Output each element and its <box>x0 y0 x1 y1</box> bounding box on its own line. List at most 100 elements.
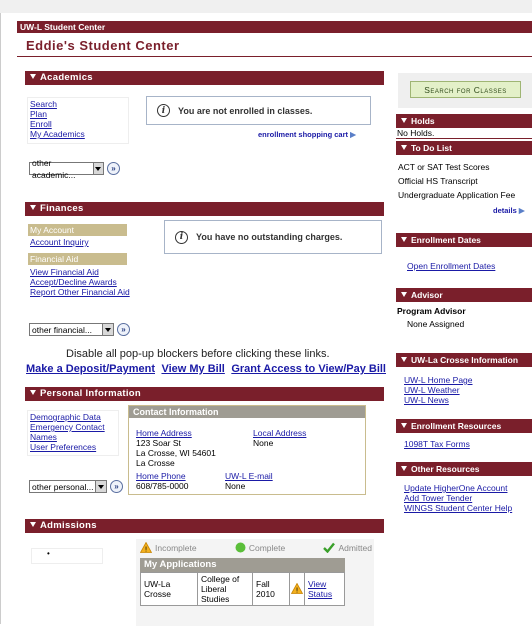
title-divider <box>17 56 532 57</box>
home-address: Home Address 123 Soar St La Crosse, WI 5… <box>136 428 216 468</box>
home-phone: Home Phone 608/785-0000 <box>136 471 188 491</box>
academics-link-my-academics[interactable]: My Academics <box>30 129 85 139</box>
wings-help-link[interactable]: WINGS Student Center Help <box>404 503 512 513</box>
personal-info-header[interactable]: Personal Information <box>25 387 384 401</box>
arrow-right-icon: ▶ <box>350 130 356 139</box>
todo-details-link[interactable]: details ▶ <box>493 206 525 215</box>
contact-info-header: Contact Information <box>129 406 365 418</box>
app-campus: UW-La Crosse <box>140 572 198 606</box>
advisor-value: None Assigned <box>407 319 465 329</box>
home-address-link[interactable]: Home Address <box>136 428 192 438</box>
academics-link-plan[interactable]: Plan <box>30 109 47 119</box>
report-other-aid-link[interactable]: Report Other Financial Aid <box>30 287 130 297</box>
academics-link-search[interactable]: Search <box>30 99 57 109</box>
collapse-triangle-icon <box>401 118 407 123</box>
finances-header[interactable]: Finances <box>25 202 384 216</box>
academics-select[interactable]: other academic... <box>29 158 104 180</box>
view-bill-link[interactable]: View My Bill <box>161 363 224 375</box>
other-resources-links: Update HigherOne Account Add Tower Tende… <box>404 483 512 513</box>
academics-go-button[interactable]: » <box>107 162 120 175</box>
personal-select[interactable]: other personal... <box>29 480 107 493</box>
email-link[interactable]: UW-L E-mail <box>225 471 273 481</box>
enrollment-cart-link[interactable]: enrollment shopping cart ▶ <box>258 130 356 139</box>
holds-header[interactable]: Holds <box>396 114 532 128</box>
make-payment-link[interactable]: Make a Deposit/Payment <box>26 363 155 375</box>
arrow-right-icon: ▶ <box>518 206 525 215</box>
warning-icon: ! <box>290 582 304 594</box>
status-legend: ! Incomplete Complete Admitted <box>140 542 372 553</box>
collapse-triangle-icon <box>30 74 36 79</box>
academics-nav: Search Plan Enroll My Academics <box>27 97 129 144</box>
todo-header[interactable]: To Do List <box>396 141 532 155</box>
academics-header[interactable]: Academics <box>25 71 384 85</box>
collapse-triangle-icon <box>401 292 407 297</box>
app-college: College of Liberal Studies <box>197 572 253 606</box>
page-title: Eddie's Student Center <box>26 38 180 53</box>
uwl-info-links: UW-L Home Page UW-L Weather UW-L News <box>404 375 473 405</box>
todo-list: ACT or SAT Test Scores Official HS Trans… <box>398 160 515 202</box>
advisor-header[interactable]: Advisor <box>396 288 532 302</box>
finances-select[interactable]: other financial... <box>29 323 114 336</box>
open-enrollment-dates-link[interactable]: Open Enrollment Dates <box>407 261 495 272</box>
green-circle-icon <box>235 542 246 553</box>
names-link[interactable]: Names <box>30 432 57 442</box>
app-status-cell: View Status <box>304 572 345 606</box>
email-value: None <box>225 481 246 491</box>
view-financial-aid-link[interactable]: View Financial Aid <box>30 267 99 277</box>
personal-select-wrap: other personal... <box>29 480 107 493</box>
payment-links: Make a Deposit/Payment View My Bill Gran… <box>26 363 386 375</box>
admissions-header[interactable]: Admissions <box>25 519 384 533</box>
finances-info-box: i You have no outstanding charges. <box>164 220 382 254</box>
nav-dot: • <box>47 549 50 558</box>
enrollment-dates-header[interactable]: Enrollment Dates <box>396 233 532 247</box>
checkmark-icon <box>323 542 336 553</box>
home-address-line-3: La Crosse <box>136 458 175 468</box>
personal-nav: Demographic Data Emergency Contact Names… <box>27 410 119 456</box>
view-status-link[interactable]: View Status <box>308 579 332 599</box>
grant-access-link[interactable]: Grant Access to View/Pay Bill <box>231 363 386 375</box>
local-address: Local Address None <box>253 428 306 448</box>
table-row: UW-La Crosse College of Liberal Studies … <box>140 572 345 606</box>
academics-info-box: i You are not enrolled in classes. <box>146 96 371 125</box>
academics-select-wrap: other academic... <box>29 158 104 180</box>
search-for-classes-button[interactable]: Search for Classes <box>410 81 521 98</box>
applications-header: My Applications <box>140 558 345 572</box>
app-term: Fall 2010 <box>252 572 290 606</box>
svg-text:!: ! <box>296 586 299 594</box>
uwl-info-header[interactable]: UW-La Crosse Information <box>396 353 532 367</box>
home-phone-link[interactable]: Home Phone <box>136 471 186 481</box>
my-account-label: My Account <box>28 224 127 236</box>
personal-go-button[interactable]: » <box>110 480 123 493</box>
other-resources-header[interactable]: Other Resources <box>396 462 532 476</box>
dropdown-arrow-icon <box>95 481 106 492</box>
finances-select-wrap: other financial... <box>29 323 114 336</box>
academics-message: You are not enrolled in classes. <box>178 105 313 116</box>
contact-info-panel: Contact Information Home Address 123 Soa… <box>128 405 366 495</box>
left-border <box>0 13 1 624</box>
uwl-news-link[interactable]: UW-L News <box>404 395 449 405</box>
legend-incomplete: ! Incomplete <box>140 542 197 553</box>
todo-item: Undergraduate Application Fee <box>398 190 516 200</box>
user-preferences-link[interactable]: User Preferences <box>30 442 96 452</box>
accept-decline-link[interactable]: Accept/Decline Awards <box>30 277 117 287</box>
program-advisor-label: Program Advisor <box>397 306 466 316</box>
add-tower-tender-link[interactable]: Add Tower Tender <box>404 493 472 503</box>
uwl-home-link[interactable]: UW-L Home Page <box>404 375 473 385</box>
my-applications: My Applications UW-La Crosse College of … <box>140 558 345 606</box>
finances-message: You have no outstanding charges. <box>196 232 343 242</box>
collapse-triangle-icon <box>30 205 36 210</box>
dropdown-arrow-icon <box>102 324 113 335</box>
emergency-contact-link[interactable]: Emergency Contact <box>30 422 105 432</box>
app-status-icon-cell: ! <box>289 572 305 606</box>
finances-go-button[interactable]: » <box>117 323 130 336</box>
local-address-link[interactable]: Local Address <box>253 428 306 438</box>
collapse-triangle-icon <box>30 522 36 527</box>
enrollment-resources-header[interactable]: Enrollment Resources <box>396 419 532 433</box>
tax-forms-link[interactable]: 1098T Tax Forms <box>404 439 470 450</box>
uwl-weather-link[interactable]: UW-L Weather <box>404 385 460 395</box>
academics-link-enroll[interactable]: Enroll <box>30 119 52 129</box>
update-higherone-link[interactable]: Update HigherOne Account <box>404 483 507 493</box>
account-inquiry-link[interactable]: Account Inquiry <box>30 237 89 247</box>
demographic-data-link[interactable]: Demographic Data <box>30 412 101 422</box>
collapse-triangle-icon <box>401 145 407 150</box>
